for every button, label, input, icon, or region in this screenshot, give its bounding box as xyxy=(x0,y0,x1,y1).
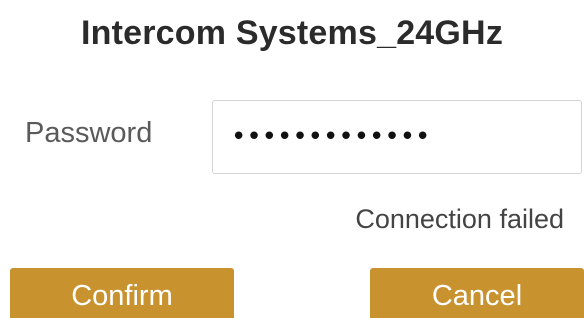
cancel-button[interactable]: Cancel xyxy=(370,268,584,318)
password-input[interactable] xyxy=(212,100,582,174)
wifi-password-dialog: Intercom Systems_24GHz Password Connecti… xyxy=(0,0,584,318)
dialog-title: Intercom Systems_24GHz xyxy=(80,14,504,52)
confirm-button[interactable]: Confirm xyxy=(10,268,234,318)
password-label: Password xyxy=(25,117,153,149)
connection-status-message: Connection failed xyxy=(355,204,564,234)
